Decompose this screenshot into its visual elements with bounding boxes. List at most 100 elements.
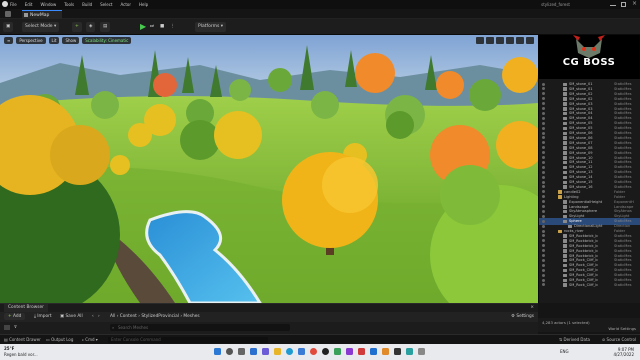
sources-panel-icon[interactable] [4,325,10,330]
snap-icon[interactable] [506,37,514,44]
content-browser-title: Content Browser [8,305,44,310]
task-view-icon[interactable] [238,348,245,355]
outliner-item-label: SM_Rock_Cliff_b [569,282,598,287]
file-explorer-icon[interactable] [274,348,281,355]
main-toolbar: ▣ Select Mode ▾ + ◈ ▤ ▶ ⏭ ■ ⋮ Platforms … [0,19,640,35]
app-icon-dark[interactable] [394,348,401,355]
settings-label: Settings [516,314,534,319]
world-settings-tab[interactable]: World Settings [608,326,636,331]
settings-button[interactable]: ⚙ Settings [511,314,534,319]
project-name: stylized_forest [541,2,570,7]
tab-newmap[interactable]: NewMap [22,10,62,19]
app-icon-orange[interactable] [382,348,389,355]
document-tabs: NewMap [0,9,640,19]
console-input[interactable]: Enter Console Command [108,337,268,343]
app-icon-teal[interactable] [406,348,413,355]
unreal-taskbar-icon[interactable] [322,348,329,355]
edge-icon[interactable] [286,348,293,355]
app-icon-purple[interactable] [346,348,353,355]
stop-button[interactable]: ■ [160,22,164,32]
start-icon[interactable] [214,348,221,355]
output-log-label: Output Log [51,337,74,342]
blueprint-button[interactable]: ◈ [86,22,96,32]
add-actor-button[interactable]: + [72,22,82,32]
filter-icon[interactable]: ⊽ [14,324,17,329]
viewport-options-button[interactable]: ≡ [4,37,14,44]
breadcrumb-stylized[interactable]: StylizedProvincial [141,314,179,319]
select-mode-dropdown[interactable]: Select Mode ▾ [22,22,60,32]
chrome-icon[interactable] [310,348,317,355]
add-button[interactable]: + Add [4,313,26,320]
scale-icon[interactable] [496,37,504,44]
actor-count: 4,283 actors (1 selected) [542,320,590,325]
breadcrumb-all[interactable]: All [110,314,115,319]
source-control-label: Source Control [606,337,636,342]
show-button[interactable]: Show [62,37,80,44]
menu-tools[interactable]: Tools [64,2,74,7]
app-icon-gray[interactable] [418,348,425,355]
menu-window[interactable]: Window [40,2,56,7]
play-button[interactable]: ▶ [140,22,146,32]
outliner-footer: 4,283 actors (1 selected) World Settings [538,318,640,332]
camera-speed-icon[interactable] [526,37,534,44]
unreal-logo-icon[interactable] [2,1,8,7]
save-icon[interactable] [5,11,11,17]
viewport-toolbar: ≡ Perspective Lit Show Scalability: Cine… [4,37,132,44]
lit-button[interactable]: Lit [48,37,60,44]
menu-build[interactable]: Build [82,2,92,7]
platforms-dropdown[interactable]: Platforms ▾ [195,22,227,32]
perspective-button[interactable]: Perspective [16,37,46,44]
close-button[interactable]: × [632,0,637,7]
app-icon-blue[interactable] [370,348,377,355]
play-options-icon[interactable]: ⋮ [170,22,175,32]
maximize-button[interactable] [621,2,626,7]
content-drawer-label: Content Drawer [9,337,41,342]
search-field[interactable]: ⌕ Search Meshes [110,324,290,331]
menu-select[interactable]: Select [100,2,112,7]
breadcrumb-meshes[interactable]: Meshes [183,314,199,319]
viewport-transform-tools [476,37,534,44]
scalability-badge[interactable]: Scalability: Cinematic [82,37,132,44]
search-taskbar-icon[interactable] [226,348,233,355]
cinematics-button[interactable]: ▤ [100,22,111,32]
select-mode-label: Select Mode [25,24,53,29]
menu-edit[interactable]: Edit [25,2,33,7]
skip-button[interactable]: ⏭ [150,22,154,32]
minimize-button[interactable] [610,5,616,6]
breadcrumb-content[interactable]: Content [120,314,137,319]
save-current-button[interactable]: ▣ [3,22,14,32]
status-bar: ▤ Content Drawer ▭ Output Log ▹ Cmd ▾ En… [0,334,640,344]
search-icon: ⌕ [112,325,115,330]
menu-file[interactable]: File [10,2,17,7]
level-viewport[interactable]: ≡ Perspective Lit Show Scalability: Cine… [0,35,538,303]
title-bar: File Edit Window Tools Build Select Acto… [0,0,640,9]
menu-help[interactable]: Help [139,2,148,7]
app-icon-green[interactable] [334,348,341,355]
chat-icon[interactable] [262,348,269,355]
menu-actor[interactable]: Actor [120,2,131,7]
search-placeholder: Search Meshes [118,325,149,330]
language-indicator[interactable]: ENG [560,349,569,354]
system-clock[interactable]: 9:07 PM 4/27/2022 [613,347,634,358]
import-button[interactable]: ⤓ Import [34,314,52,319]
content-browser-tab[interactable]: Content Browser [4,304,48,312]
viewport-scene[interactable] [0,35,538,303]
content-browser-filter: ⊽ ⌕ Search Meshes [0,322,538,334]
grid-icon[interactable] [516,37,524,44]
visibility-eye-icon[interactable] [542,283,545,287]
outliner-row[interactable]: SM_Rock_Cliff_b StaticMes [539,282,640,288]
weather-desc: Regen bald vor... [4,351,38,357]
close-panel-icon[interactable]: × [530,304,534,312]
add-label: Add [12,314,22,319]
rotate-icon[interactable] [486,37,494,44]
translate-icon[interactable] [476,37,484,44]
widgets-icon[interactable] [250,348,257,355]
mascot-icon [573,35,605,58]
weather-widget[interactable]: 25°F Regen bald vor... [4,346,38,357]
nav-forward-icon[interactable]: › [98,314,100,319]
save-all-button[interactable]: ▣ Save All [60,314,83,319]
nav-back-icon[interactable]: ‹ [92,314,94,319]
actor-icon [563,283,567,287]
store-icon[interactable] [298,348,305,355]
app-icon-red[interactable] [358,348,365,355]
